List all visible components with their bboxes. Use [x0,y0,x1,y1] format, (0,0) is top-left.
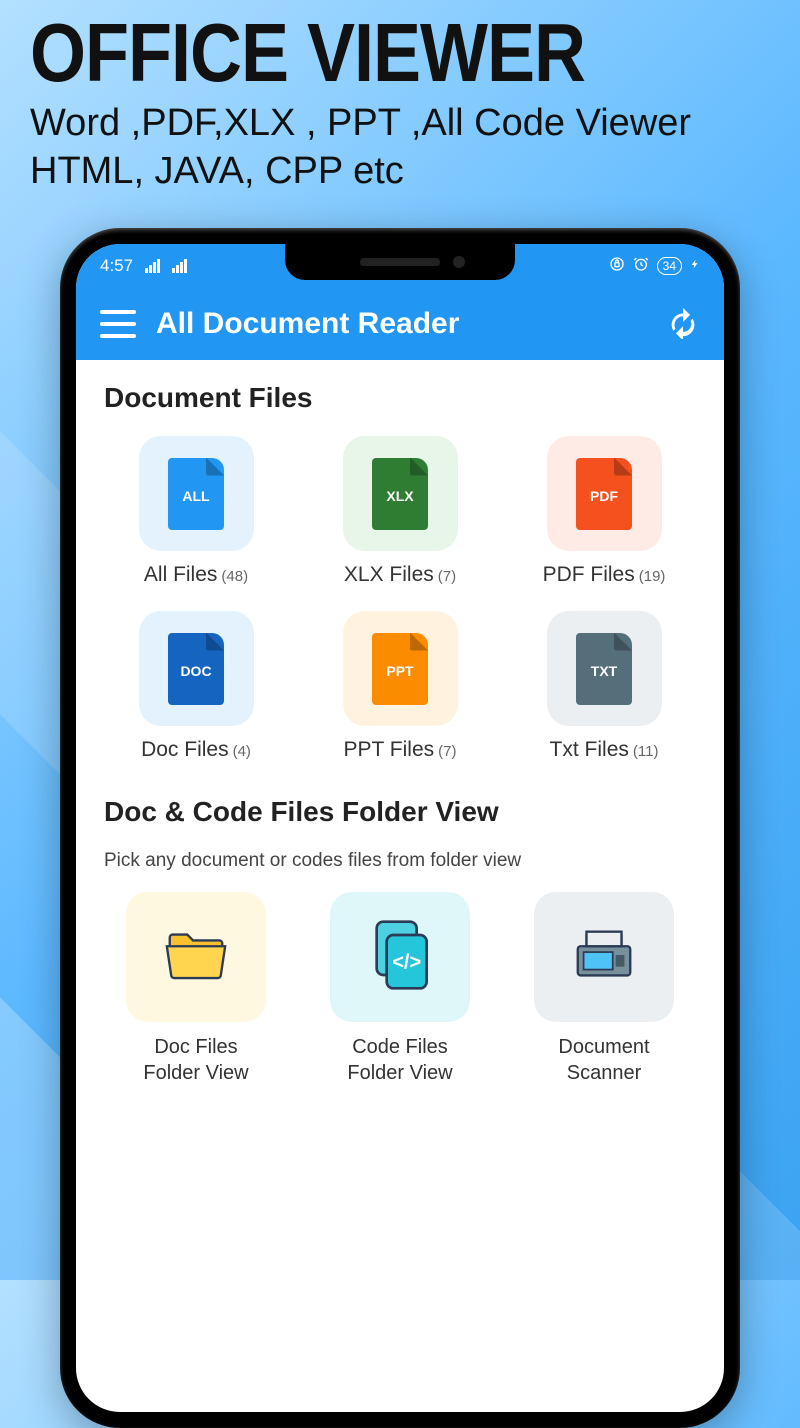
folder-tile-label: Doc Files Folder View [143,1034,248,1086]
promo-subtitle: Word ,PDF,XLX , PPT ,All Code Viewer HTM… [30,100,770,195]
app-bar: All Document Reader [76,288,724,360]
file-icon: PDF [576,458,632,530]
tile-icon-box: DOC [139,611,254,726]
folder-tile-icon-box [126,892,266,1022]
tile-label: Doc Files [141,738,229,762]
file-type-tile[interactable]: PPT PPT Files (7) [308,611,492,762]
tile-label: All Files [144,563,218,587]
tile-icon-box: TXT [547,611,662,726]
section-title-documents: Document Files [104,382,696,414]
phone-frame: 4:57 34 [60,228,740,1428]
tile-icon-box: ALL [139,436,254,551]
folder-tile-label: Code Files Folder View [347,1034,452,1086]
charging-icon [690,256,700,277]
tile-count: (11) [633,743,659,760]
tile-icon-box: PDF [547,436,662,551]
file-ext-label: PDF [590,488,618,504]
tile-count: (48) [221,568,248,585]
tile-label: PDF Files [543,563,635,587]
app-title: All Document Reader [156,307,646,341]
code-icon: </> [360,915,440,1000]
section-subtitle-folder: Pick any document or codes files from fo… [104,850,696,872]
folder-tile-icon-box: </> [330,892,470,1022]
lock-rotate-icon [609,256,625,277]
file-icon: DOC [168,633,224,705]
file-type-tile[interactable]: PDF PDF Files (19) [512,436,696,587]
refresh-button[interactable] [666,305,700,344]
tile-count: (19) [639,568,666,585]
scanner-icon [564,920,644,995]
tile-icon-box: PPT [343,611,458,726]
phone-notch [285,244,515,280]
folder-tile[interactable]: Document Scanner [512,892,696,1086]
folder-tile[interactable]: </> Code Files Folder View [308,892,492,1086]
folder-icon [156,920,236,995]
tile-label: Txt Files [550,738,629,762]
file-type-tile[interactable]: XLX XLX Files (7) [308,436,492,587]
file-icon: PPT [372,633,428,705]
folder-tile-icon-box [534,892,674,1022]
promo-title: OFFICE VIEWER [30,12,770,95]
tile-icon-box: XLX [343,436,458,551]
alarm-icon [633,256,649,277]
file-ext-label: DOC [180,663,211,679]
file-type-tile[interactable]: DOC Doc Files (4) [104,611,288,762]
svg-text:</>: </> [392,951,421,973]
file-ext-label: ALL [182,488,209,504]
tile-label: XLX Files [344,563,434,587]
tile-count: (4) [233,743,251,760]
signal-icon [145,259,160,273]
file-ext-label: PPT [386,663,413,679]
file-type-tile[interactable]: TXT Txt Files (11) [512,611,696,762]
document-grid: ALL All Files (48) XLX XLX Files (7) PDF… [104,436,696,762]
tile-count: (7) [438,568,456,585]
folder-tile[interactable]: Doc Files Folder View [104,892,288,1086]
section-title-folder: Doc & Code Files Folder View [104,796,696,828]
promo-header: OFFICE VIEWER Word ,PDF,XLX , PPT ,All C… [0,0,800,195]
status-time: 4:57 [100,256,133,276]
folder-grid: Doc Files Folder View </> Code Files Fol… [104,892,696,1086]
menu-icon[interactable] [100,310,136,338]
file-ext-label: TXT [591,663,617,679]
signal-icon [172,259,187,273]
file-icon: XLX [372,458,428,530]
tile-count: (7) [438,743,456,760]
file-type-tile[interactable]: ALL All Files (48) [104,436,288,587]
file-icon: TXT [576,633,632,705]
tile-label: PPT Files [344,738,435,762]
battery-indicator: 34 [657,257,682,275]
file-ext-label: XLX [386,488,413,504]
file-icon: ALL [168,458,224,530]
folder-tile-label: Document Scanner [558,1034,649,1086]
